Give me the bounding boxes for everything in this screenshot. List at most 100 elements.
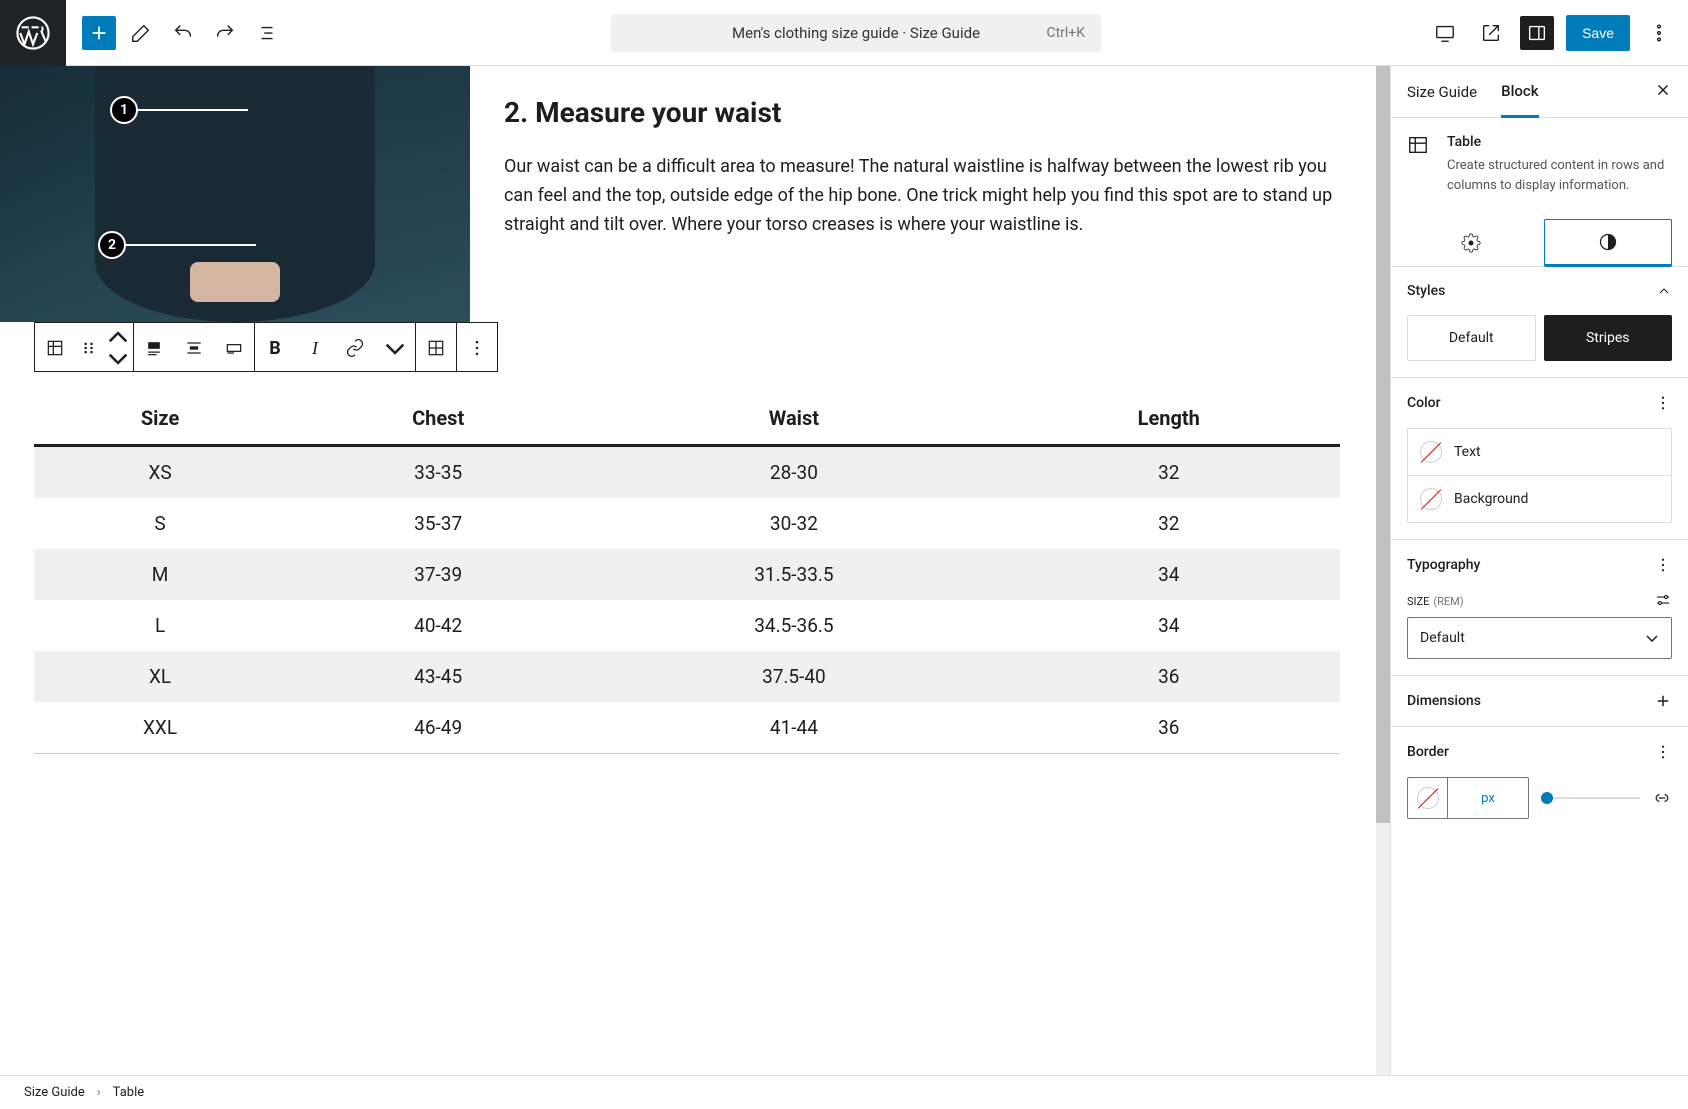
options-icon[interactable] xyxy=(1654,743,1672,761)
table-cell[interactable]: 43-45 xyxy=(286,651,590,702)
style-default[interactable]: Default xyxy=(1407,315,1536,361)
table-cell[interactable]: 36 xyxy=(998,702,1340,754)
table-row[interactable]: L40-4234.5-36.534 xyxy=(34,600,1340,651)
hero-text[interactable]: 2. Measure your waist Our waist can be a… xyxy=(470,66,1374,322)
more-formatting-icon[interactable] xyxy=(375,323,415,373)
link-sides-icon[interactable] xyxy=(1652,788,1672,808)
table-cell[interactable]: 40-42 xyxy=(286,600,590,651)
table-cell[interactable]: 33-35 xyxy=(286,446,590,499)
table-cell[interactable]: 41-44 xyxy=(590,702,997,754)
bold-icon[interactable]: B xyxy=(255,323,295,373)
align-none-icon[interactable] xyxy=(134,323,174,373)
external-link-icon[interactable] xyxy=(1474,16,1508,50)
table-cell[interactable]: 31.5-33.5 xyxy=(590,549,997,600)
edit-tool-icon[interactable] xyxy=(124,16,158,50)
table-cell[interactable]: 37.5-40 xyxy=(590,651,997,702)
breadcrumb-separator: › xyxy=(97,1085,101,1100)
table-header[interactable]: Size xyxy=(34,392,286,446)
close-sidebar-icon[interactable] xyxy=(1654,81,1672,103)
table-row[interactable]: XXL46-4941-4436 xyxy=(34,702,1340,754)
typography-panel-header[interactable]: Typography xyxy=(1391,540,1688,590)
table-cell[interactable]: 46-49 xyxy=(286,702,590,754)
size-table[interactable]: SizeChestWaistLength XS33-3528-3032S35-3… xyxy=(34,392,1340,754)
table-row[interactable]: XS33-3528-3032 xyxy=(34,446,1340,499)
table-cell[interactable]: 28-30 xyxy=(590,446,997,499)
table-cell[interactable]: 32 xyxy=(998,446,1340,499)
table-row[interactable]: M37-3931.5-33.534 xyxy=(34,549,1340,600)
style-stripes[interactable]: Stripes xyxy=(1544,315,1673,361)
breadcrumb-item[interactable]: Table xyxy=(113,1085,144,1100)
sliders-icon[interactable] xyxy=(1654,591,1672,609)
inspector-tab-switcher xyxy=(1391,211,1688,267)
document-title: Men's clothing size guide · Size Guide xyxy=(732,24,980,42)
marker-1: 1 xyxy=(110,96,138,124)
table-block-icon xyxy=(1407,134,1431,158)
table-header[interactable]: Length xyxy=(998,392,1340,446)
table-cell[interactable]: 34 xyxy=(998,549,1340,600)
document-title-bar[interactable]: Men's clothing size guide · Size Guide C… xyxy=(611,14,1101,52)
redo-icon[interactable] xyxy=(208,16,242,50)
editor-canvas[interactable]: 1 2 2. Measure your waist Our waist can … xyxy=(0,66,1390,1075)
table-header[interactable]: Chest xyxy=(286,392,590,446)
color-panel-header[interactable]: Color xyxy=(1391,378,1688,428)
block-options-icon[interactable] xyxy=(457,323,497,373)
table-cell[interactable]: 36 xyxy=(998,651,1340,702)
block-name: Table xyxy=(1447,134,1672,150)
color-bg-row[interactable]: Background xyxy=(1408,475,1671,522)
block-description: Create structured content in rows and co… xyxy=(1447,156,1672,195)
table-cell[interactable]: 34 xyxy=(998,600,1340,651)
align-wide-icon[interactable] xyxy=(214,323,254,373)
table-cell[interactable]: 30-32 xyxy=(590,498,997,549)
table-row[interactable]: S35-3730-3232 xyxy=(34,498,1340,549)
device-preview-icon[interactable] xyxy=(1428,16,1462,50)
table-cell[interactable]: XS xyxy=(34,446,286,499)
font-size-select[interactable]: Default xyxy=(1407,617,1672,659)
save-button[interactable]: Save xyxy=(1566,15,1630,51)
border-panel-header[interactable]: Border xyxy=(1391,727,1688,777)
dimensions-panel: Dimensions xyxy=(1391,676,1688,727)
table-cell[interactable]: 37-39 xyxy=(286,549,590,600)
breadcrumb-item[interactable]: Size Guide xyxy=(24,1085,85,1100)
plus-icon[interactable] xyxy=(1654,692,1672,710)
table-cell[interactable]: 34.5-36.5 xyxy=(590,600,997,651)
border-width-slider[interactable] xyxy=(1541,797,1640,799)
italic-icon[interactable]: I xyxy=(295,323,335,373)
settings-tab-button[interactable] xyxy=(1407,219,1536,266)
options-icon[interactable] xyxy=(1654,556,1672,574)
top-toolbar: Men's clothing size guide · Size Guide C… xyxy=(0,0,1688,66)
drag-handle-icon[interactable] xyxy=(75,323,103,373)
dimensions-panel-header[interactable]: Dimensions xyxy=(1391,676,1688,726)
table-cell[interactable]: 32 xyxy=(998,498,1340,549)
align-center-icon[interactable] xyxy=(174,323,214,373)
table-cell[interactable]: L xyxy=(34,600,286,651)
block-type-icon[interactable] xyxy=(35,323,75,373)
undo-icon[interactable] xyxy=(166,16,200,50)
link-icon[interactable] xyxy=(335,323,375,373)
table-cell[interactable]: 35-37 xyxy=(286,498,590,549)
section-paragraph: Our waist can be a difficult area to mea… xyxy=(504,153,1334,239)
scrollbar-thumb[interactable] xyxy=(1376,66,1390,823)
table-cell[interactable]: XL xyxy=(34,651,286,702)
options-menu-icon[interactable] xyxy=(1642,16,1676,50)
table-cell[interactable]: M xyxy=(34,549,286,600)
measurement-image[interactable]: 1 2 xyxy=(0,66,470,322)
table-cell[interactable]: XXL xyxy=(34,702,286,754)
add-block-button[interactable] xyxy=(82,16,116,50)
table-header[interactable]: Waist xyxy=(590,392,997,446)
options-icon[interactable] xyxy=(1654,394,1672,412)
move-arrows[interactable] xyxy=(103,323,133,373)
document-outline-icon[interactable] xyxy=(250,16,284,50)
table-edit-icon[interactable] xyxy=(416,323,456,373)
scrollbar-track[interactable] xyxy=(1376,66,1390,1075)
bg-color-swatch xyxy=(1420,488,1442,510)
styles-panel-header[interactable]: Styles xyxy=(1391,267,1688,315)
tab-block[interactable]: Block xyxy=(1501,66,1538,118)
table-row[interactable]: XL43-4537.5-4036 xyxy=(34,651,1340,702)
tab-template[interactable]: Size Guide xyxy=(1407,67,1477,117)
styles-tab-button[interactable] xyxy=(1544,219,1673,267)
wordpress-logo[interactable] xyxy=(0,0,66,66)
border-width-input[interactable]: px xyxy=(1407,777,1529,819)
table-cell[interactable]: S xyxy=(34,498,286,549)
sidebar-toggle-button[interactable] xyxy=(1520,16,1554,50)
color-text-row[interactable]: Text xyxy=(1408,429,1671,475)
